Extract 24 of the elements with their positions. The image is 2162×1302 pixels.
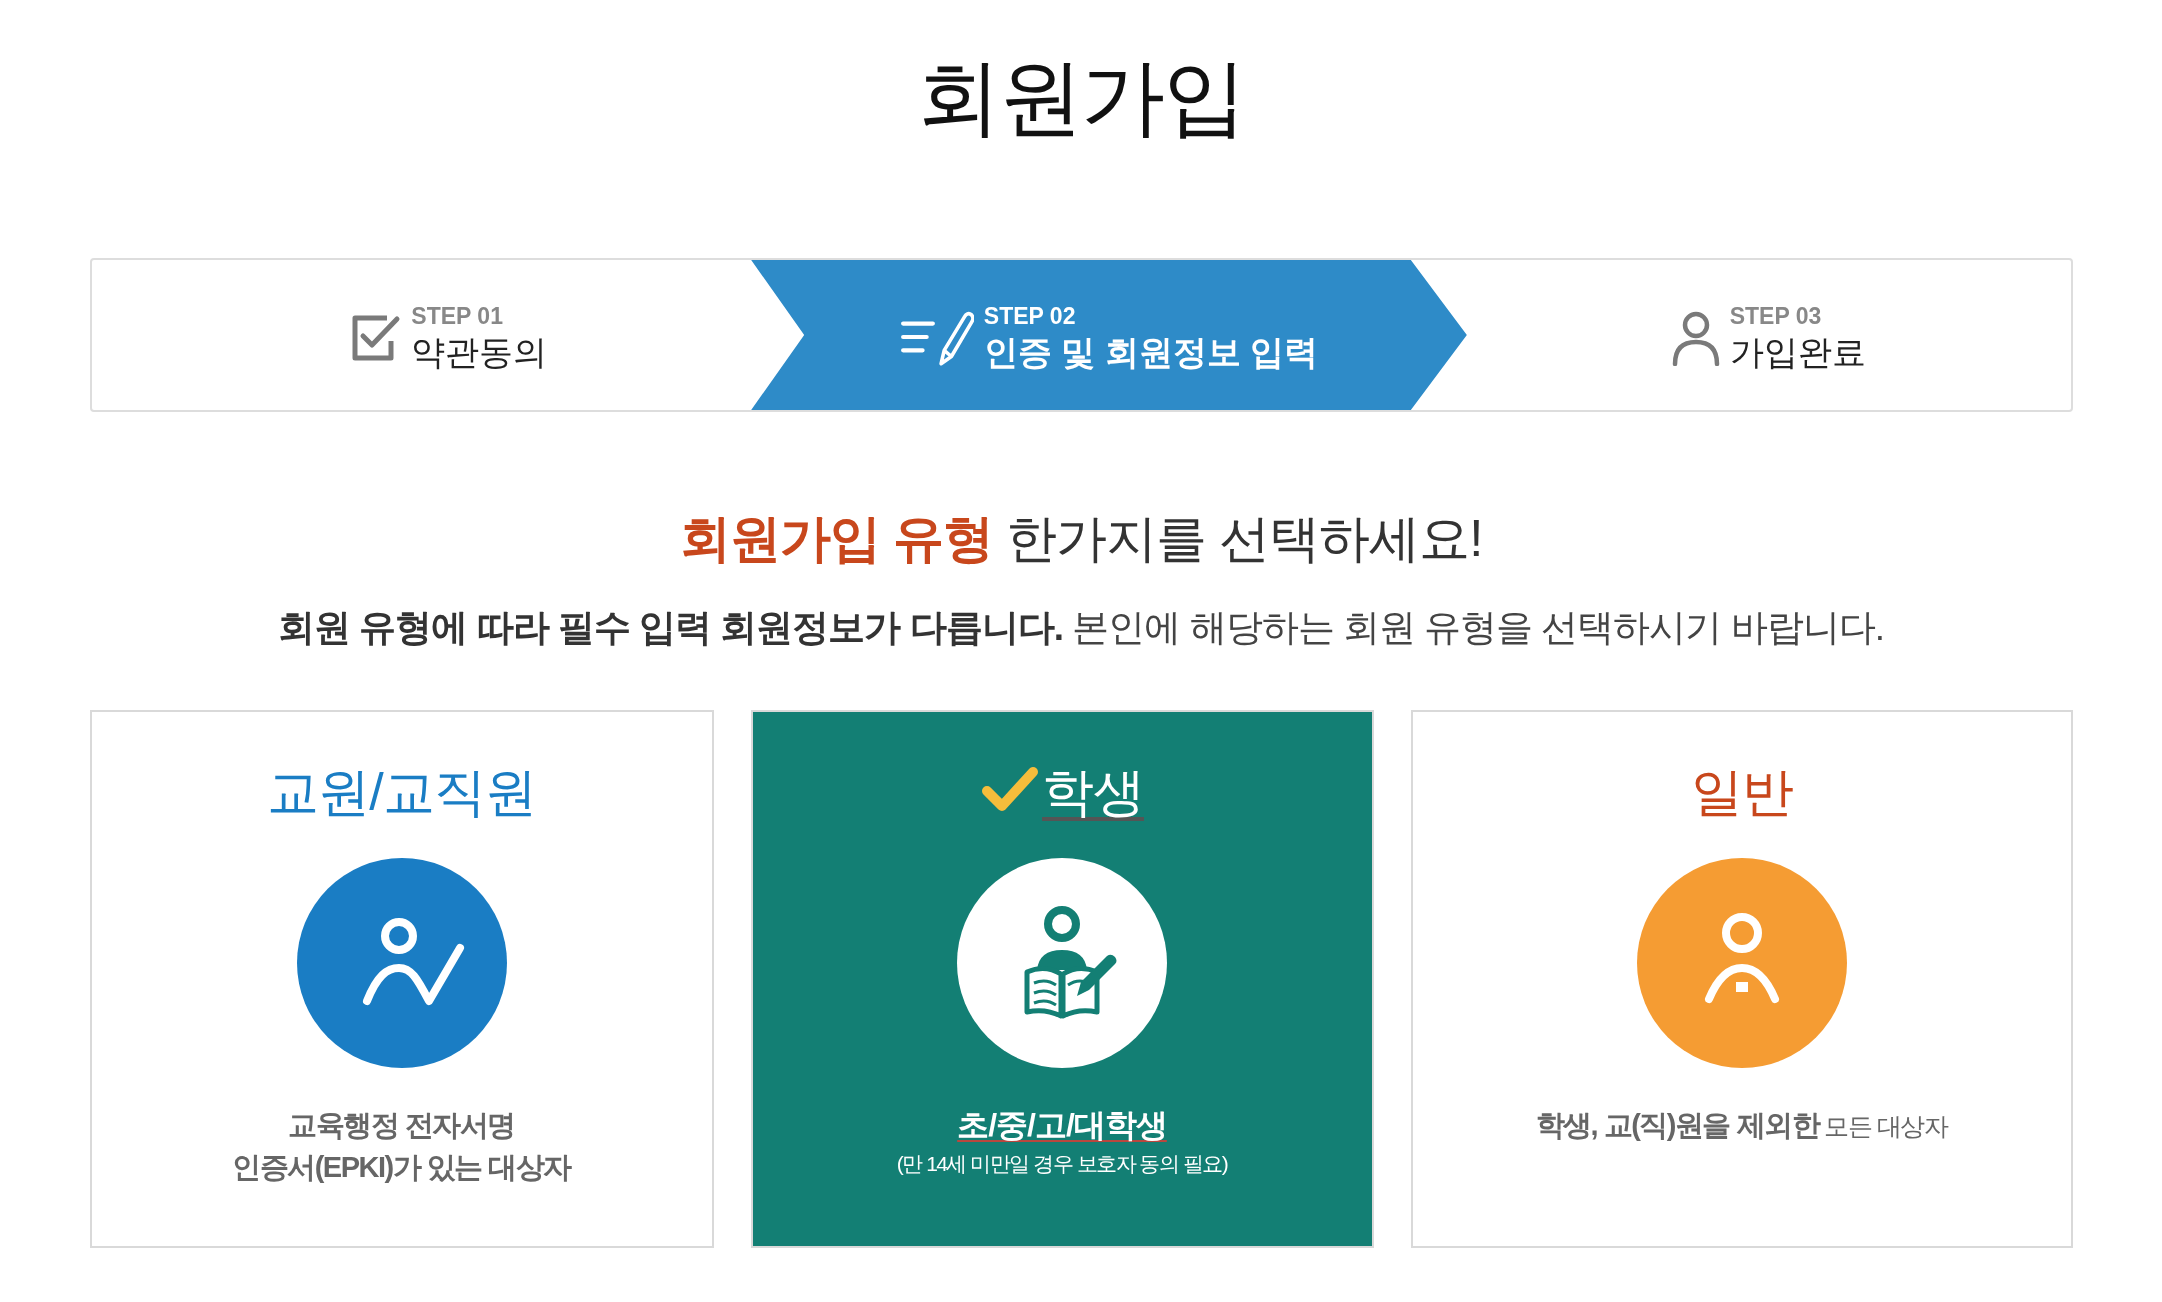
card-title: 일반 [1690, 762, 1793, 823]
section-heading: 회원가입 유형 한가지를 선택하세요! [679, 509, 1483, 569]
card-title: 교원/교직원 [267, 762, 536, 823]
card-description: 학생, 교(직)원을 제외한 모든 대상자 [1535, 1108, 1948, 1143]
check-icon [980, 764, 1040, 814]
page-title: 회원가입 [917, 49, 1245, 146]
step-number: STEP 03 [1729, 302, 1822, 330]
card-description: 교육행정 전자서명 인증서(EPKI)가 있는 대상자 [232, 1108, 571, 1185]
step-label: 가입완료 [1729, 332, 1866, 373]
person-book-pencil-icon [957, 858, 1167, 1068]
member-type-card[interactable]: 교원/교직원 교육행정 전자서명 인증서(EPKI)가 있는 대상자 [89, 710, 714, 1248]
step-label: 인증 및 회원정보 입력 [983, 332, 1319, 373]
member-type-card[interactable]: 학생 초/중/고/대학생 (만 14세 미만일 경우 보호자 동의 필요) [750, 710, 1374, 1248]
card-note: (만 14세 미만일 경우 보호자 동의 필요) [896, 1151, 1228, 1177]
person-icon [1671, 310, 1720, 366]
step-number: STEP 01 [411, 302, 503, 330]
step-label: 약관동의 [411, 332, 548, 373]
card-title: 학생 [1042, 762, 1144, 823]
step-number: STEP 02 [983, 302, 1076, 330]
checkbox-icon [351, 314, 402, 362]
card-description: 초/중/고/대학생 [957, 1106, 1167, 1145]
intro-text: 회원 유형에 따라 필수 입력 회원정보가 다릅니다. 본인에 해당하는 회원 유형을 선택하시기 바랍니다. [278, 606, 1884, 650]
list-pencil-icon [899, 309, 974, 367]
member-type-card[interactable]: 일반 학생, 교(직)원을 제외한 모든 대상자 [1410, 710, 2073, 1248]
